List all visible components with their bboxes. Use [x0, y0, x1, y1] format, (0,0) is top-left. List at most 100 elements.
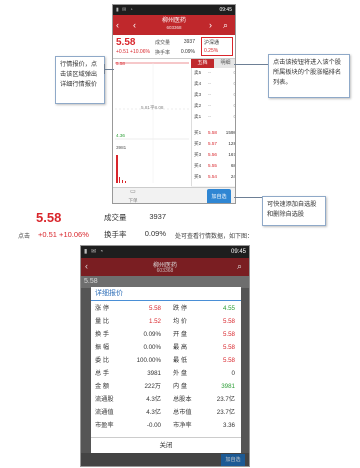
sector-change: 0.25% — [204, 48, 219, 54]
row-volume: 0 — [233, 81, 236, 86]
callout-connector — [234, 64, 268, 65]
field-value: 222万 — [144, 383, 161, 390]
stock-code: 603368 — [156, 268, 174, 274]
bottom-bar: ▭ 下单 加自选 — [113, 187, 235, 203]
title-bar: ‹ 柳州医药 603368 ⌕ — [81, 258, 249, 276]
price-change: +0.51 +10.06% — [116, 49, 150, 55]
row-label: 卖4 — [194, 81, 202, 86]
volume-bar — [119, 177, 120, 183]
add-watchlist-button[interactable]: 加自选 — [207, 189, 231, 203]
body-text-before: 点击 — [18, 234, 31, 240]
detail-quote-dialog: 详细报价 涨 停 5.58 跌 停 4.55 量 比 1.52 均 价 5.58 换 手 0.09… — [91, 287, 241, 453]
field-value: -0.00 — [146, 422, 161, 429]
quote-row: 总 手 3981 外 盘 0 — [91, 368, 241, 379]
field-value: 1.52 — [148, 318, 161, 325]
title-bar: ‹ ‹ 柳州医药 603368 › ⌕ — [113, 15, 235, 35]
row-volume: 128 — [228, 141, 236, 146]
row-volume: 167 — [228, 152, 236, 157]
volume-bar — [116, 155, 118, 183]
row-price: 5.54 — [208, 174, 217, 179]
chart-mid-label: 5.81平8.08 — [141, 105, 164, 110]
callout-connector — [104, 69, 114, 70]
field-label: 涨 停 — [95, 305, 110, 312]
chart-high-label: 5.58 — [116, 61, 125, 66]
field-value: 5.58 — [148, 305, 161, 312]
row-label: 卖5 — [194, 70, 202, 75]
field-value: 4.55 — [222, 305, 235, 312]
row-price: -- — [208, 70, 212, 75]
row-volume: 24 — [230, 174, 236, 179]
field-value: 3.36 — [222, 422, 235, 429]
field-label: 市净率 — [173, 422, 192, 429]
strip-turnover-value: 0.09% — [144, 229, 166, 238]
next-stock-icon[interactable]: › — [209, 19, 212, 31]
order-button[interactable]: ▭ 下单 — [113, 188, 153, 203]
intraday-chart-svg — [115, 62, 189, 183]
notification-icons: ▮ ✉ ◔ — [116, 7, 134, 13]
dialog-title: 详细报价 — [91, 287, 241, 301]
intraday-chart[interactable]: 5.58 4.36 3981 5.81平8.08 — [113, 59, 191, 187]
field-label: 最 低 — [173, 357, 188, 364]
volume-value: 3937 — [183, 39, 195, 45]
orderbook-row: 买2 5.57 128 — [192, 139, 236, 148]
row-label: 卖1 — [194, 114, 202, 119]
row-price: -- — [208, 92, 212, 97]
field-label: 总市值 — [173, 409, 192, 416]
tab-five-level[interactable]: 五档 — [191, 59, 214, 68]
callout-quote: 行情报价，点击该区域弹出详细行情报价 — [55, 56, 105, 104]
orderbook-row: 买5 5.54 24 — [192, 172, 236, 181]
row-label: 买4 — [194, 163, 202, 168]
tab-detail[interactable]: 明细 — [214, 59, 235, 68]
close-button[interactable]: 关闭 — [91, 437, 241, 453]
search-icon[interactable]: ⌕ — [223, 19, 228, 31]
status-time: 09:45 — [230, 249, 246, 255]
row-price: -- — [208, 81, 212, 86]
quote-row: 流通股 4.3亿 总股本 23.7亿 — [91, 394, 241, 405]
stock-name: 柳州医药 — [161, 18, 186, 24]
quote-row: 振 幅 0.00% 最 高 5.58 — [91, 342, 241, 353]
quote-row: 流通值 4.3亿 总市值 23.7亿 — [91, 407, 241, 418]
field-label: 开 盘 — [173, 331, 188, 338]
turnover-label: 换手率 — [155, 50, 171, 56]
field-label: 金 额 — [95, 383, 110, 390]
field-value: 23.7亿 — [216, 409, 235, 416]
orderbook-row: 卖3 -- 0 — [192, 90, 235, 99]
strip-change: +0.51 +10.06% — [38, 230, 89, 239]
phone-screenshot-1: ▮ ✉ ◔ 09:45 ‹ ‹ 柳州医药 603368 › ⌕ 5.58 +0.… — [112, 4, 236, 204]
field-label: 内 盘 — [173, 383, 188, 390]
row-price: 5.55 — [208, 163, 217, 168]
row-volume: 0 — [233, 103, 236, 108]
field-label: 换 手 — [95, 331, 110, 338]
order-label: 下单 — [128, 198, 138, 203]
field-label: 最 高 — [173, 344, 188, 351]
add-watchlist-button[interactable]: 加自选 — [221, 454, 245, 466]
quote-panel[interactable]: 5.58 +0.51 +10.06% 成交量 3937 换手率 0.09% 沪深… — [113, 35, 235, 59]
status-time: 09:45 — [219, 7, 232, 13]
callout-sector: 点击该按钮将进入该个股所属板块的个股涨幅排名列表。 — [268, 54, 350, 98]
status-bar: ▮ ✉ ◔ 09:45 — [113, 5, 235, 15]
row-volume: 1598 — [225, 130, 236, 135]
turnover-value: 0.09% — [180, 49, 195, 55]
orderbook-row: 买1 5.58 1598 — [192, 128, 236, 137]
field-value: 0 — [231, 370, 235, 377]
volume-bar — [125, 181, 126, 183]
orderbook-row: 买4 5.55 68 — [192, 161, 235, 170]
field-value: 0.09% — [143, 331, 161, 338]
stock-code: 603368 — [166, 25, 182, 30]
sector-button[interactable]: 沪深通 0.25% — [201, 37, 233, 56]
field-label: 振 幅 — [95, 344, 110, 351]
row-price: -- — [208, 103, 212, 108]
quote-row: 委 比 100.00% 最 低 5.58 — [91, 355, 241, 366]
field-label: 流通股 — [95, 396, 114, 403]
quote-row: 量 比 1.52 均 价 5.58 — [91, 316, 241, 327]
callout-watchlist: 可快速添加自选股和删除自选股 — [262, 196, 326, 226]
phone-screenshot-2: ▮ ✉ ◔ 09:45 ‹ 柳州医药 603368 ⌕ 5.58 详细报价 涨 … — [80, 245, 250, 467]
field-label: 总股本 — [173, 396, 192, 403]
orderbook-row: 买3 5.56 167 — [192, 150, 236, 159]
search-icon[interactable]: ⌕ — [237, 261, 242, 272]
orderbook-row: 卖4 -- 0 — [192, 79, 236, 88]
field-label: 量 比 — [95, 318, 110, 325]
sector-name: 沪深通 — [204, 40, 220, 46]
field-label: 流通值 — [95, 409, 114, 416]
field-label: 外 盘 — [173, 370, 188, 377]
